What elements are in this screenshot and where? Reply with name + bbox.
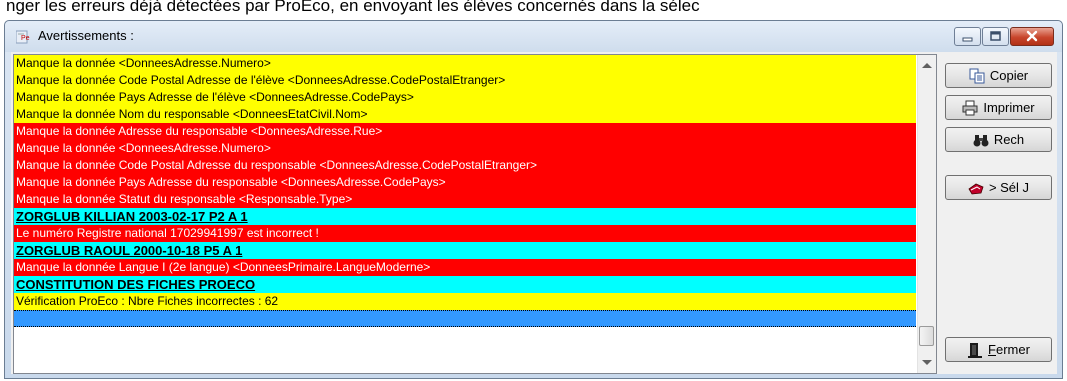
door-icon xyxy=(968,342,983,358)
title-bar[interactable]: Pe Avertissements : xyxy=(5,21,1062,52)
binoculars-icon xyxy=(973,134,989,146)
message-row[interactable]: Manque la donnée Code Postal Adresse du … xyxy=(14,157,916,174)
select-button[interactable]: > Sél J xyxy=(945,175,1052,200)
message-row[interactable]: Manque la donnée Pays Adresse de l'élève… xyxy=(14,89,916,106)
scroll-thumb[interactable] xyxy=(919,326,934,346)
scroll-up-arrow-icon[interactable] xyxy=(922,63,932,68)
minimize-icon xyxy=(962,37,973,42)
warnings-window: Pe Avertissements : Manque la donnée <Do… xyxy=(4,20,1063,379)
close-window-button[interactable] xyxy=(1010,27,1054,46)
student-header-row[interactable]: ZORGLUB KILLIAN 2003-02-17 P2 A 1 xyxy=(14,208,916,225)
warnings-list[interactable]: Manque la donnée <DonneesAdresse.Numero>… xyxy=(13,54,937,374)
window-client-area: Manque la donnée <DonneesAdresse.Numero>… xyxy=(11,52,1057,374)
message-row[interactable]: Manque la donnée Code Postal Adresse de … xyxy=(14,72,916,89)
copy-button-label: Copier xyxy=(989,68,1029,83)
close-icon xyxy=(1026,30,1038,42)
search-button-label: Rech xyxy=(993,132,1025,147)
print-button[interactable]: Imprimer xyxy=(945,95,1052,120)
maximize-icon xyxy=(990,31,1001,41)
message-row[interactable]: Manque la donnée Langue I (2e langue) <D… xyxy=(14,259,916,276)
search-button[interactable]: Rech xyxy=(945,127,1052,152)
message-row[interactable]: Manque la donnée Adresse du responsable … xyxy=(14,123,916,140)
message-row[interactable]: Manque la donnée Pays Adresse du respons… xyxy=(14,174,916,191)
message-row[interactable]: Manque la donnée Statut du responsable <… xyxy=(14,191,916,208)
select-button-label: > Sél J xyxy=(988,180,1030,195)
window-title: Avertissements : xyxy=(38,28,134,43)
proeco-app-icon: Pe xyxy=(16,30,30,44)
svg-text:Pe: Pe xyxy=(21,35,30,42)
student-header-row[interactable]: CONSTITUTION DES FICHES PROECO xyxy=(14,276,916,293)
message-row[interactable]: Manque la donnée <DonneesAdresse.Numero> xyxy=(14,140,916,157)
scroll-down-arrow-icon[interactable] xyxy=(922,360,932,365)
vertical-scrollbar[interactable] xyxy=(917,55,936,373)
background-document-text: nger les erreurs déjà détectées par ProE… xyxy=(6,0,700,15)
message-row[interactable]: Manque la donnée <DonneesAdresse.Numero> xyxy=(14,55,916,72)
message-row[interactable]: Le numéro Registre national 17029941997 … xyxy=(14,225,916,242)
copy-button[interactable]: Copier xyxy=(945,63,1052,88)
print-button-label: Imprimer xyxy=(983,100,1035,115)
warnings-rows: Manque la donnée <DonneesAdresse.Numero>… xyxy=(14,55,916,327)
maximize-button[interactable] xyxy=(982,27,1009,46)
message-row[interactable]: Vérification ProEco : Nbre Fiches incorr… xyxy=(14,293,916,310)
close-button-label: Fermer xyxy=(988,342,1030,357)
printer-icon xyxy=(962,100,978,115)
hand-icon xyxy=(968,183,984,194)
message-row[interactable]: Manque la donnée Nom du responsable <Don… xyxy=(14,106,916,123)
student-header-row[interactable]: ZORGLUB RAOUL 2000-10-18 P5 A 1 xyxy=(14,242,916,259)
message-row[interactable] xyxy=(14,310,916,327)
close-button[interactable]: Fermer xyxy=(945,337,1052,362)
minimize-button[interactable] xyxy=(954,27,981,46)
copy-icon xyxy=(969,68,985,83)
